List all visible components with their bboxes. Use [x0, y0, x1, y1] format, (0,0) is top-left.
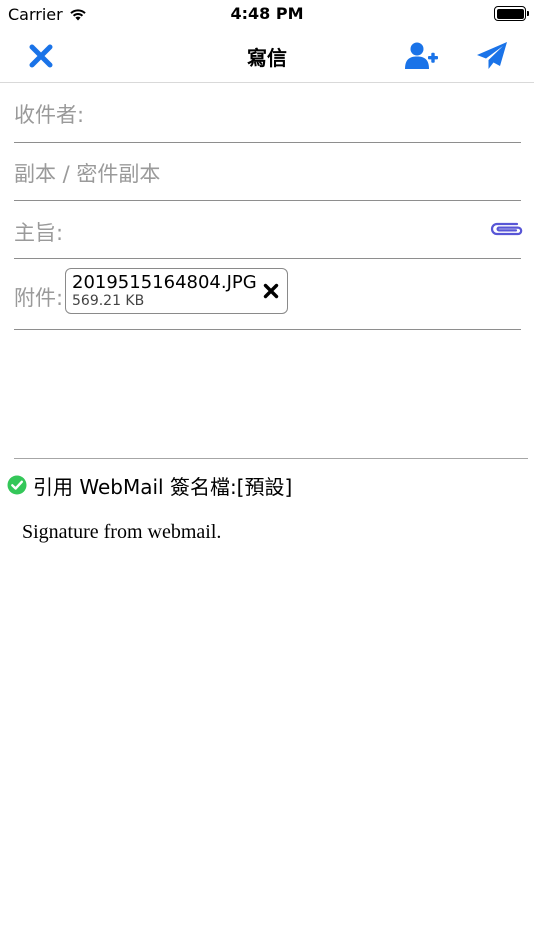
- attachment-size: 569.21 KB: [72, 293, 145, 309]
- send-button[interactable]: [474, 38, 510, 74]
- status-time: 4:48 PM: [230, 4, 304, 23]
- remove-attachment-icon[interactable]: [263, 283, 279, 299]
- nav-bar: 寫信: [0, 28, 534, 83]
- subject-field[interactable]: 主旨:: [14, 201, 523, 259]
- attachment-chip[interactable]: 2019515164804.JPG 569.21 KB: [65, 268, 288, 314]
- to-field[interactable]: 收件者:: [14, 85, 521, 143]
- checkmark-circle-icon[interactable]: [7, 475, 27, 495]
- signature-option-label: 引用 WebMail 簽名檔:[預設]: [33, 474, 293, 499]
- cc-bcc-field[interactable]: 副本 / 密件副本: [14, 143, 521, 201]
- signature-option[interactable]: 引用 WebMail 簽名檔:[預設]: [7, 472, 293, 499]
- battery-icon: [494, 6, 529, 21]
- paperclip-icon[interactable]: [487, 219, 525, 239]
- attachments-field: 附件: 2019515164804.JPG 569.21 KB: [14, 259, 521, 330]
- subject-placeholder: 主旨:: [14, 221, 64, 245]
- signature-text[interactable]: Signature from webmail.: [22, 521, 221, 544]
- status-bar: Carrier 4:48 PM: [0, 0, 534, 28]
- to-placeholder: 收件者:: [14, 103, 85, 127]
- cc-bcc-placeholder: 副本 / 密件副本: [14, 162, 161, 186]
- add-contact-button[interactable]: [404, 38, 440, 74]
- body-divider: [14, 458, 528, 459]
- attachments-label: 附件:: [14, 286, 64, 310]
- add-user-icon: [405, 42, 438, 69]
- page-title: 寫信: [247, 46, 287, 70]
- paper-plane-icon: [477, 42, 507, 69]
- attachment-filename: 2019515164804.JPG: [72, 272, 257, 293]
